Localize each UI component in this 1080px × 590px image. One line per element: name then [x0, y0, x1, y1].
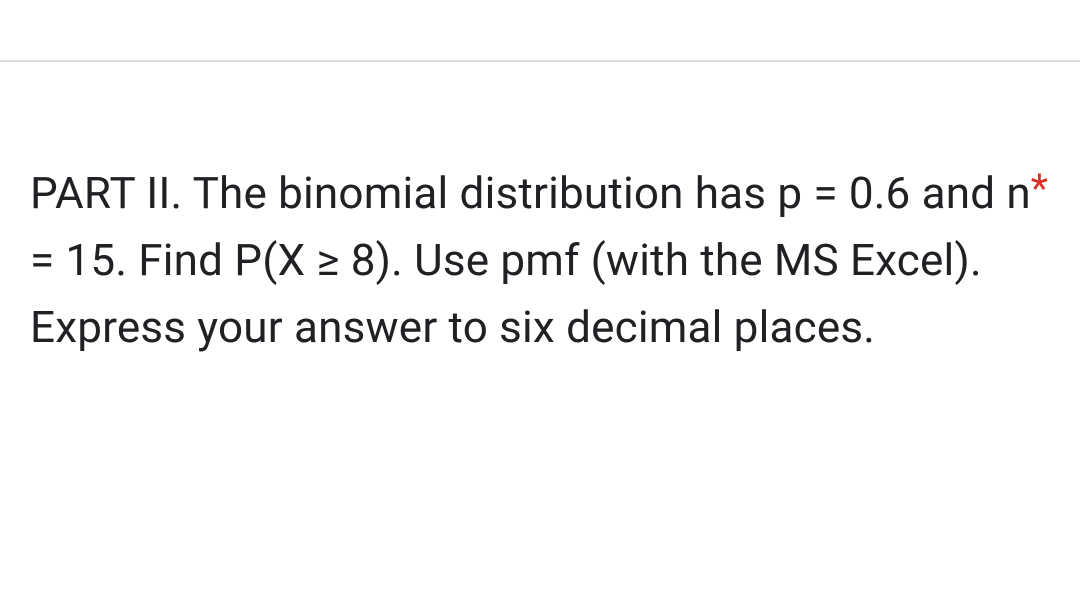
section-divider: [0, 60, 1080, 62]
required-indicator: *: [1031, 165, 1048, 212]
question-text: PART II. The binomial distribution has p…: [30, 160, 1050, 361]
question-block: PART II. The binomial distribution has p…: [30, 160, 1050, 361]
